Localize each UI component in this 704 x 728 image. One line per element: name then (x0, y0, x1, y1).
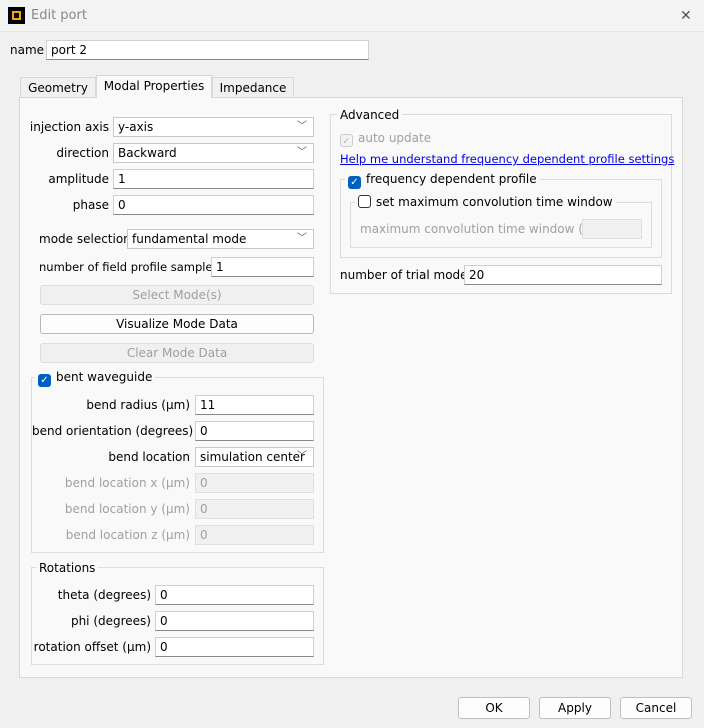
title-bar: Edit port ✕ (0, 0, 704, 32)
help-link[interactable]: Help me understand frequency dependent p… (340, 149, 674, 169)
auto-update-checkbox[interactable]: ✓ auto update (340, 128, 431, 148)
bend-location-x-input[interactable]: 0 (195, 473, 314, 493)
bend-location-value: simulation center (200, 450, 305, 464)
direction-select[interactable]: Backward ﹀ (113, 143, 314, 163)
phi-input[interactable]: 0 (155, 611, 314, 631)
theta-label: theta (degrees) (57, 588, 151, 602)
cancel-button[interactable]: Cancel (620, 697, 692, 719)
tab-impedance[interactable]: Impedance (212, 77, 294, 98)
bend-location-y-label: bend location y (µm) (64, 502, 190, 516)
close-icon[interactable]: ✕ (680, 6, 692, 26)
injection-axis-value: y-axis (118, 120, 154, 134)
bend-radius-label: bend radius (µm) (86, 398, 190, 412)
checkbox-checked-icon: ✓ (340, 134, 353, 147)
field-samples-label: number of field profile samples (39, 260, 219, 274)
app-icon (8, 7, 25, 24)
rotations-title: Rotations (36, 560, 99, 576)
phi-label: phi (degrees) (70, 614, 151, 628)
name-input[interactable]: port 2 (46, 40, 369, 60)
ok-button[interactable]: OK (458, 697, 530, 719)
amplitude-input[interactable]: 1 (113, 169, 314, 189)
direction-label: direction (56, 146, 109, 160)
direction-value: Backward (118, 146, 177, 160)
injection-axis-select[interactable]: y-axis ﹀ (113, 117, 314, 137)
checkbox-unchecked-icon (358, 195, 371, 208)
auto-update-label: auto update (358, 131, 432, 145)
chevron-down-icon: ﹀ (297, 451, 307, 462)
bend-orientation-input[interactable]: 0 (195, 421, 314, 441)
set-max-window-label: set maximum convolution time window (376, 195, 613, 209)
advanced-title: Advanced (337, 107, 403, 123)
theta-input[interactable]: 0 (155, 585, 314, 605)
visualize-mode-data-button[interactable]: Visualize Mode Data (40, 314, 314, 334)
tab-geometry[interactable]: Geometry (20, 77, 96, 98)
checkbox-checked-icon: ✓ (38, 374, 51, 387)
trial-modes-input[interactable]: 20 (464, 265, 662, 285)
frequency-dependent-label: frequency dependent profile (366, 172, 537, 186)
rotation-offset-input[interactable]: 0 (155, 637, 314, 657)
max-window-input[interactable] (582, 219, 642, 239)
bend-location-z-input[interactable]: 0 (195, 525, 314, 545)
injection-axis-label: injection axis (29, 120, 109, 134)
window-title: Edit port (31, 8, 87, 23)
checkbox-checked-icon: ✓ (348, 176, 361, 189)
phase-input[interactable]: 0 (113, 195, 314, 215)
apply-button[interactable]: Apply (539, 697, 611, 719)
rotation-offset-label: rotation offset (µm) (33, 640, 151, 654)
chevron-down-icon: ﹀ (297, 233, 307, 244)
bend-location-y-input[interactable]: 0 (195, 499, 314, 519)
trial-modes-label: number of trial modes (340, 268, 474, 282)
chevron-down-icon: ﹀ (297, 147, 307, 158)
tab-modal-properties[interactable]: Modal Properties (96, 75, 212, 98)
bend-radius-input[interactable]: 11 (195, 395, 314, 415)
set-max-window-checkbox[interactable]: set maximum convolution time window (355, 194, 616, 210)
bend-orientation-label: bend orientation (degrees) (32, 424, 194, 438)
chevron-down-icon: ﹀ (297, 121, 307, 132)
phase-label: phase (72, 198, 109, 212)
amplitude-label: amplitude (48, 172, 109, 186)
mode-selection-label: mode selection (39, 232, 131, 246)
bend-location-label: bend location (108, 450, 190, 464)
clear-mode-data-button[interactable]: Clear Mode Data (40, 343, 314, 363)
bent-waveguide-label: bent waveguide (56, 370, 153, 384)
bend-location-select[interactable]: simulation center ﹀ (195, 447, 314, 467)
mode-selection-select[interactable]: fundamental mode ﹀ (127, 229, 314, 249)
max-window-label: maximum convolution time window (fs) (360, 222, 599, 236)
field-samples-input[interactable]: 1 (211, 257, 314, 277)
select-mode-button[interactable]: Select Mode(s) (40, 285, 314, 305)
frequency-dependent-checkbox[interactable]: ✓ frequency dependent profile (345, 171, 540, 189)
bend-location-x-label: bend location x (µm) (64, 476, 190, 490)
name-label: name (10, 43, 45, 57)
bend-location-z-label: bend location z (µm) (65, 528, 190, 542)
bent-waveguide-checkbox[interactable]: ✓ bent waveguide (35, 369, 156, 387)
mode-selection-value: fundamental mode (132, 232, 247, 246)
